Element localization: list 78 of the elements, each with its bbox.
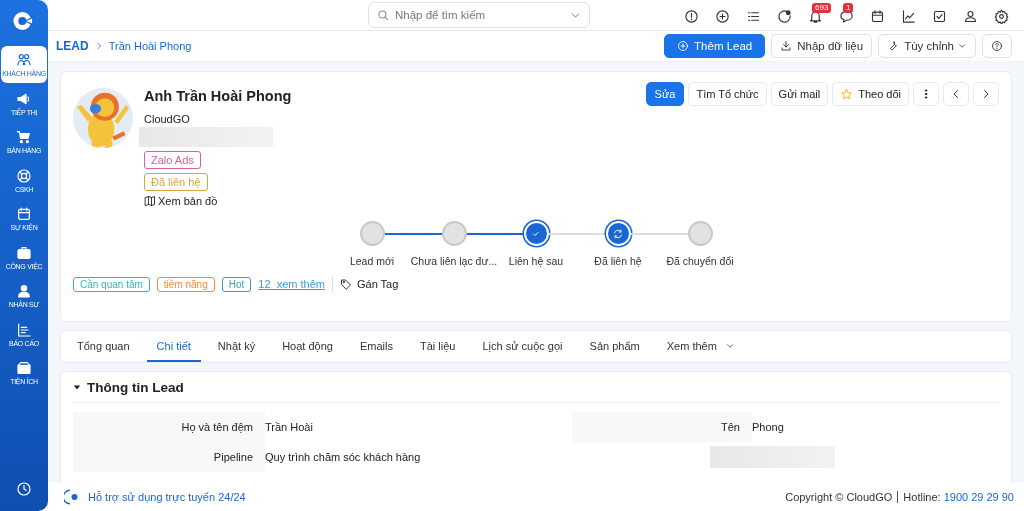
- tab[interactable]: Chi tiết: [146, 331, 201, 362]
- field-label: Họ và tên đệm: [73, 412, 265, 442]
- tab[interactable]: Hoạt động: [272, 331, 343, 362]
- stage-marker[interactable]: [441, 221, 467, 246]
- action-button[interactable]: Gửi mail: [770, 82, 829, 106]
- lifebuoy-icon: [16, 167, 32, 184]
- add-button[interactable]: Thêm Lead: [664, 33, 766, 58]
- map-link[interactable]: Xem bản đồ: [158, 195, 218, 207]
- field-label: Tên: [572, 412, 752, 442]
- stage-label: Lead mới: [349, 255, 395, 267]
- company-name: CloudGO: [144, 113, 190, 125]
- briefcase-icon: [16, 244, 32, 261]
- people-icon: [16, 52, 32, 68]
- tab[interactable]: Lịch sử cuộc gọi: [472, 331, 573, 362]
- tag-icon: [339, 278, 352, 290]
- section-title: Thông tin Lead: [87, 379, 184, 395]
- tag: Cần quan tâm: [73, 276, 150, 292]
- chat-icon[interactable]: [838, 9, 854, 25]
- customize-button[interactable]: Tùy chỉnh: [878, 33, 976, 58]
- action-button[interactable]: Tìm Tổ chức: [688, 82, 767, 106]
- hotline-number[interactable]: 1900 29 29 90: [943, 490, 1014, 503]
- count-badge: 693: [812, 2, 832, 13]
- field-value: Phong: [752, 421, 784, 433]
- field-label: Pipeline: [73, 442, 265, 472]
- plus-icon: [677, 39, 690, 52]
- calendar-icon: [16, 206, 32, 222]
- stage-label: Liên hệ sau: [508, 255, 564, 267]
- breadcrumb-link[interactable]: LEAD: [56, 38, 89, 53]
- assign-tag-link[interactable]: Gán Tag: [356, 278, 399, 290]
- edit-button[interactable]: Sửa: [645, 82, 685, 106]
- alert-icon[interactable]: [683, 9, 699, 25]
- tab[interactable]: Xem thêm: [656, 331, 745, 362]
- calendar-icon[interactable]: [869, 9, 885, 25]
- support-link[interactable]: Hỗ trợ sử dụng trực tuyến 24/24: [88, 490, 246, 503]
- follow-button[interactable]: Theo dõi: [832, 82, 909, 106]
- stage-label: Đã liên hệ: [594, 255, 642, 267]
- tag: Hot: [221, 276, 252, 292]
- status-badge: Zalo Ads: [144, 151, 201, 169]
- tab[interactable]: Sản phẩm: [579, 331, 650, 362]
- stage-label: Chưa liên lạc đư...: [410, 255, 498, 267]
- tag: tiềm năng: [156, 276, 215, 292]
- search-icon: [376, 7, 390, 22]
- plus-icon[interactable]: [714, 9, 730, 25]
- triangle-icon[interactable]: [73, 383, 81, 391]
- copyright-text: Copyright © CloudGO: [785, 490, 893, 503]
- stage-marker[interactable]: [687, 221, 713, 246]
- field-value: Quy trình chăm sóc khách hàng: [265, 451, 421, 463]
- settings-icon[interactable]: [993, 9, 1009, 25]
- star-icon: [840, 87, 854, 101]
- map-icon: [144, 195, 156, 207]
- help-icon: [991, 39, 1003, 52]
- count-badge: 1: [843, 2, 854, 13]
- checkbox-icon[interactable]: [931, 9, 947, 25]
- field-value: Trần Hoài: [265, 421, 313, 433]
- help-button[interactable]: [982, 33, 1012, 58]
- clock-icon: [16, 481, 32, 497]
- user-icon[interactable]: [962, 9, 978, 25]
- wrench-icon: [887, 39, 900, 52]
- person-icon: [16, 283, 32, 299]
- status-badge: Đã liên hệ: [144, 173, 208, 191]
- tab[interactable]: Emails: [349, 331, 403, 362]
- tab[interactable]: Nhật ký: [207, 331, 266, 362]
- circle-dot-icon[interactable]: [776, 9, 792, 25]
- stage-label: Đã chuyển đổi: [666, 255, 734, 267]
- refresh-icon: [612, 227, 624, 240]
- report-icon: [16, 321, 32, 338]
- tab[interactable]: Tổng quan: [67, 331, 140, 362]
- tab[interactable]: Tài liệu: [409, 331, 466, 362]
- hotline-label: Hotline:: [903, 490, 941, 503]
- box-icon: [16, 360, 32, 376]
- chart-icon[interactable]: [900, 9, 916, 25]
- search-field[interactable]: Nhập để tìm kiếm: [368, 1, 590, 28]
- breadcrumb-current: Trần Hoài Phong: [108, 39, 192, 52]
- stage-marker[interactable]: [359, 221, 385, 246]
- lead-name: Anh Trần Hoài Phong: [144, 88, 292, 104]
- import-button[interactable]: Nhập dữ liệu: [771, 33, 873, 58]
- cart-icon: [16, 129, 32, 145]
- download-icon: [780, 39, 793, 52]
